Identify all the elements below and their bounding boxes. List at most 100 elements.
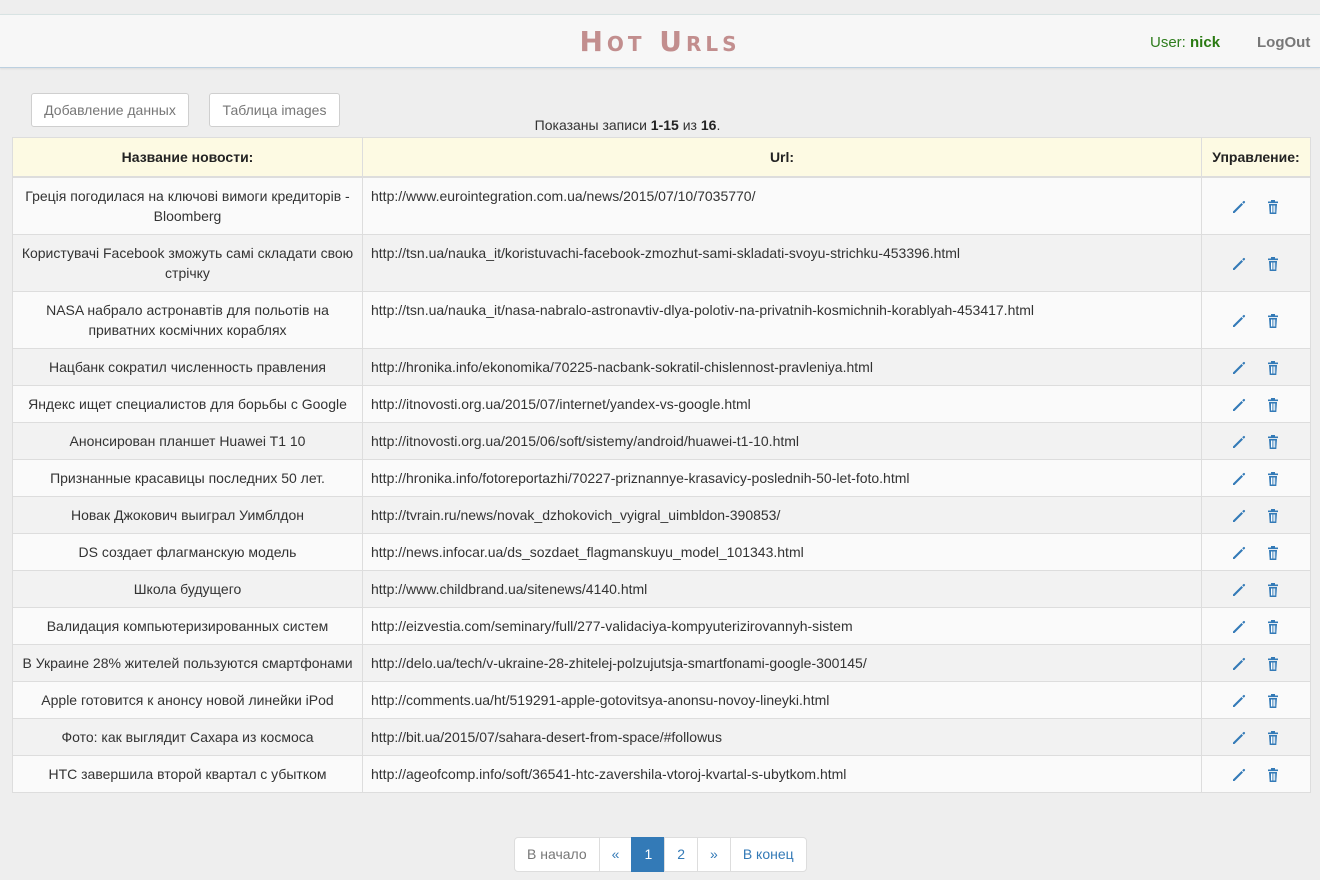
news-url[interactable]: http://delo.ua/tech/v-ukraine-28-zhitele… bbox=[362, 643, 1202, 682]
page-last[interactable]: В конец bbox=[729, 837, 807, 872]
news-url[interactable]: http://www.eurointegration.com.ua/news/2… bbox=[362, 176, 1202, 235]
pencil-icon[interactable] bbox=[1231, 730, 1247, 746]
pencil-icon[interactable] bbox=[1231, 397, 1247, 413]
header-url: Url: bbox=[362, 137, 1202, 178]
summary-total: 16 bbox=[700, 117, 717, 133]
pencil-icon[interactable] bbox=[1231, 360, 1247, 376]
trash-icon[interactable] bbox=[1265, 397, 1281, 413]
table-row: DS создает флагманскую модель http://news… bbox=[12, 532, 1311, 571]
row-actions bbox=[1201, 347, 1311, 386]
news-title: Новак Джокович выиграл Уимблдон bbox=[12, 495, 363, 534]
trash-icon[interactable] bbox=[1265, 256, 1281, 272]
table-row: Признанные красавицы последних 50 лет. ht… bbox=[12, 458, 1311, 497]
news-url[interactable]: http://comments.ua/ht/519291-apple-gotov… bbox=[362, 680, 1202, 719]
table-row: Нацбанк сократил численность правления ht… bbox=[12, 347, 1311, 386]
brand-title[interactable]: Hot Urls bbox=[0, 25, 1320, 58]
news-url[interactable]: http://www.childbrand.ua/sitenews/4140.h… bbox=[362, 569, 1202, 608]
table-row: Apple готовится к анонсу новой линейки i… bbox=[12, 680, 1311, 719]
pencil-icon[interactable] bbox=[1231, 313, 1247, 329]
summary-suffix: . bbox=[716, 117, 721, 133]
table-header-row: Название новости: Url: Управление: bbox=[12, 137, 1311, 178]
trash-icon[interactable] bbox=[1265, 693, 1281, 709]
trash-icon[interactable] bbox=[1265, 313, 1281, 329]
pencil-icon[interactable] bbox=[1231, 434, 1247, 450]
table-row: Греція погодилася на ключові вимоги кред… bbox=[12, 176, 1311, 235]
page-next[interactable]: » bbox=[697, 837, 731, 872]
pencil-icon[interactable] bbox=[1231, 545, 1247, 561]
news-title: Яндекс ищет специалистов для борьбы с Go… bbox=[12, 384, 363, 423]
summary-range: 1-15 bbox=[650, 117, 679, 133]
header-actions: Управление: bbox=[1201, 137, 1311, 178]
news-url[interactable]: http://tsn.ua/nauka_it/nasa-nabralo-astr… bbox=[362, 290, 1202, 349]
row-actions bbox=[1201, 754, 1311, 793]
row-actions bbox=[1201, 290, 1311, 349]
news-url[interactable]: http://itnovosti.org.ua/2015/06/soft/sis… bbox=[362, 421, 1202, 460]
row-actions bbox=[1201, 606, 1311, 645]
news-title: Apple готовится к анонсу новой линейки i… bbox=[12, 680, 363, 719]
news-url[interactable]: http://hronika.info/ekonomika/70225-nacb… bbox=[362, 347, 1202, 386]
trash-icon[interactable] bbox=[1265, 471, 1281, 487]
news-title: DS создает флагманскую модель bbox=[12, 532, 363, 571]
table-row: В Украине 28% жителей пользуются смартфо… bbox=[12, 643, 1311, 682]
logout-link[interactable]: LogOut bbox=[1257, 34, 1310, 51]
pencil-icon[interactable] bbox=[1231, 256, 1247, 272]
news-title: В Украине 28% жителей пользуются смартфо… bbox=[12, 643, 363, 682]
table-row: Школа будущего http://www.childbrand.ua/s… bbox=[12, 569, 1311, 608]
page-2[interactable]: 2 bbox=[664, 837, 699, 872]
row-actions bbox=[1201, 233, 1311, 292]
trash-icon[interactable] bbox=[1265, 656, 1281, 672]
page-first[interactable]: В начало bbox=[514, 837, 600, 872]
news-title: HTC завершила второй квартал с убытком bbox=[12, 754, 363, 793]
trash-icon[interactable] bbox=[1265, 619, 1281, 635]
header-title: Название новости: bbox=[12, 137, 363, 178]
news-url[interactable]: http://itnovosti.org.ua/2015/07/internet… bbox=[362, 384, 1202, 423]
summary-of: из bbox=[682, 117, 697, 133]
summary-prefix: Показаны записи bbox=[534, 117, 647, 133]
table-row: Яндекс ищет специалистов для борьбы с Go… bbox=[12, 384, 1311, 423]
navbar: Hot Urls User: nick LogOut bbox=[0, 14, 1320, 68]
pencil-icon[interactable] bbox=[1231, 693, 1247, 709]
news-url[interactable]: http://bit.ua/2015/07/sahara-desert-from… bbox=[362, 717, 1202, 756]
row-actions bbox=[1201, 421, 1311, 460]
row-actions bbox=[1201, 643, 1311, 682]
news-table: Название новости: Url: Управление: Греці… bbox=[12, 137, 1311, 793]
page-prev[interactable]: « bbox=[598, 837, 633, 872]
pencil-icon[interactable] bbox=[1231, 619, 1247, 635]
trash-icon[interactable] bbox=[1265, 582, 1281, 598]
news-title: Валидация компьютеризированных систем bbox=[12, 606, 363, 645]
news-url[interactable]: http://hronika.info/fotoreportazhi/70227… bbox=[362, 458, 1202, 497]
news-title: Користувачі Facebook зможуть самі склада… bbox=[12, 233, 363, 292]
page-1[interactable]: 1 bbox=[631, 837, 666, 872]
pagination: В начало « 1 2 » В конец bbox=[514, 837, 807, 872]
news-title: Анонсирован планшет Huawei T1 10 bbox=[12, 421, 363, 460]
trash-icon[interactable] bbox=[1265, 545, 1281, 561]
trash-icon[interactable] bbox=[1265, 730, 1281, 746]
news-url[interactable]: http://tvrain.ru/news/novak_dzhokovich_v… bbox=[362, 495, 1202, 534]
news-title: Нацбанк сократил численность правления bbox=[12, 347, 363, 386]
table-row: NASA набрало астронавтів для польотів на… bbox=[12, 290, 1311, 349]
row-actions bbox=[1201, 717, 1311, 756]
trash-icon[interactable] bbox=[1265, 434, 1281, 450]
row-actions bbox=[1201, 458, 1311, 497]
pencil-icon[interactable] bbox=[1231, 508, 1247, 524]
news-title: Школа будущего bbox=[12, 569, 363, 608]
pencil-icon[interactable] bbox=[1231, 199, 1247, 215]
trash-icon[interactable] bbox=[1265, 508, 1281, 524]
row-actions bbox=[1201, 495, 1311, 534]
news-url[interactable]: http://tsn.ua/nauka_it/koristuvachi-face… bbox=[362, 233, 1202, 292]
trash-icon[interactable] bbox=[1265, 767, 1281, 783]
news-url[interactable]: http://ageofcomp.info/soft/36541-htc-zav… bbox=[362, 754, 1202, 793]
pencil-icon[interactable] bbox=[1231, 582, 1247, 598]
pencil-icon[interactable] bbox=[1231, 656, 1247, 672]
news-title: Греція погодилася на ключові вимоги кред… bbox=[12, 176, 363, 235]
pencil-icon[interactable] bbox=[1231, 767, 1247, 783]
table-row: Валидация компьютеризированных систем htt… bbox=[12, 606, 1311, 645]
trash-icon[interactable] bbox=[1265, 199, 1281, 215]
pencil-icon[interactable] bbox=[1231, 471, 1247, 487]
trash-icon[interactable] bbox=[1265, 360, 1281, 376]
news-url[interactable]: http://eizvestia.com/seminary/full/277-v… bbox=[362, 606, 1202, 645]
news-url[interactable]: http://news.infocar.ua/ds_sozdaet_flagma… bbox=[362, 532, 1202, 571]
user-info: User: nick bbox=[1150, 34, 1220, 51]
table-row: Анонсирован планшет Huawei T1 10 http://i… bbox=[12, 421, 1311, 460]
user-label: User: bbox=[1150, 34, 1186, 51]
